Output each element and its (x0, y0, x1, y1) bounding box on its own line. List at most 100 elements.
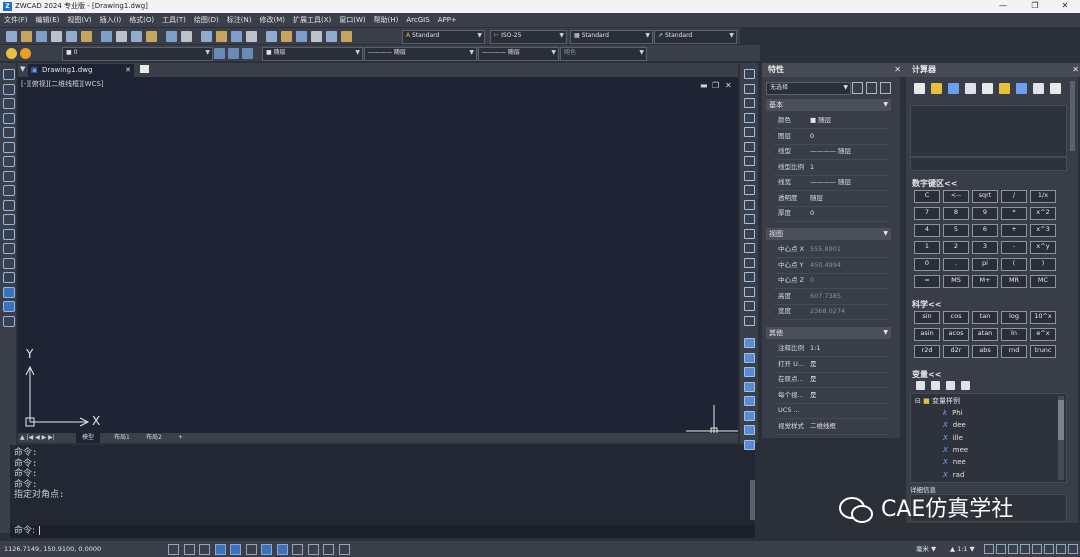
calc-key[interactable]: + (1001, 224, 1027, 237)
calc-key[interactable]: = (914, 275, 940, 288)
polar-toggle-icon[interactable] (214, 544, 226, 555)
redo-icon[interactable] (181, 31, 192, 42)
calc-key[interactable]: log (1001, 311, 1027, 324)
lineweight-toggle-icon[interactable] (292, 544, 303, 555)
layer-iso-icon[interactable] (744, 367, 755, 377)
properties-icon[interactable] (266, 31, 277, 42)
otrack-toggle-icon[interactable] (245, 544, 257, 555)
circle-icon[interactable] (3, 156, 15, 167)
lock-ui-icon[interactable] (1020, 544, 1030, 554)
menu-item-8[interactable]: 修改(M) (255, 13, 289, 27)
scale-icon[interactable] (744, 170, 755, 181)
calc-key[interactable]: x^y (1030, 241, 1056, 254)
calc-key[interactable]: x^3 (1030, 224, 1056, 237)
section-header-misc[interactable]: 其他 ▼ (766, 327, 891, 339)
calc-key[interactable]: . (943, 258, 969, 271)
close-icon[interactable]: ✕ (894, 63, 901, 77)
layer-unlock-icon[interactable] (744, 439, 755, 450)
calc-key[interactable]: e^x (1030, 328, 1056, 341)
calc-key[interactable]: 1 (914, 241, 940, 254)
calc-key[interactable]: 6 (972, 224, 998, 237)
quick-calc-icon[interactable] (1050, 83, 1061, 94)
tab-drawing1[interactable]: ▣ Drawing1.dwg ✕ (28, 64, 134, 77)
grid-toggle-icon[interactable] (168, 544, 179, 555)
fillet-icon[interactable] (744, 286, 755, 297)
line-icon[interactable] (3, 69, 15, 80)
menu-item-9[interactable]: 扩展工具(X) (289, 13, 335, 27)
layer-previous-icon[interactable] (228, 48, 239, 59)
menu-item-6[interactable]: 绘图(D) (190, 13, 223, 27)
calculator-scrollbar[interactable] (1070, 81, 1075, 151)
transparency-toggle-icon[interactable] (307, 544, 319, 555)
menu-item-10[interactable]: 窗口(W) (335, 13, 369, 27)
print-icon[interactable] (51, 31, 62, 42)
revision-cloud-icon[interactable] (3, 170, 15, 182)
arc-icon[interactable] (3, 141, 15, 153)
calc-key[interactable]: 0 (914, 258, 940, 271)
hatch-icon[interactable] (3, 272, 15, 283)
snap-toggle-icon[interactable] (183, 544, 195, 555)
layer-select[interactable]: ■ 0 ▼ (62, 47, 213, 61)
calc-key[interactable]: 8 (943, 207, 969, 220)
calc-key[interactable]: sqrt (972, 190, 998, 203)
dyn-toggle-icon[interactable] (276, 544, 288, 555)
clear-icon[interactable] (914, 83, 925, 94)
selection-cycling-toggle-icon[interactable] (323, 544, 334, 555)
point-icon[interactable] (3, 257, 15, 269)
open-icon[interactable] (21, 31, 32, 42)
calc-key[interactable]: 9 (972, 207, 998, 220)
tab-menu-icon[interactable]: ▼ (20, 65, 25, 73)
spline-icon[interactable] (3, 185, 15, 196)
selection-select[interactable]: 无选择 ▼ (766, 82, 851, 95)
menu-item-7[interactable]: 标注(N) (223, 13, 256, 27)
collapse-icon[interactable]: ⊟ (915, 397, 923, 405)
variable-item[interactable]: Xille (943, 432, 963, 444)
distance-icon[interactable] (982, 83, 993, 94)
variable-item[interactable]: Xrad (943, 469, 964, 481)
property-row[interactable]: 透明度 随层 (774, 191, 888, 207)
annotation-visibility-icon[interactable] (984, 544, 994, 554)
offset-icon[interactable] (744, 112, 755, 123)
property-row[interactable]: 中心点 Z 0 (774, 273, 888, 289)
calc-key[interactable]: sin (914, 311, 940, 324)
calc-key[interactable]: abs (972, 345, 998, 358)
array-icon[interactable] (744, 127, 755, 137)
close-button[interactable]: ✕ (1052, 0, 1078, 13)
get-coordinates-icon[interactable] (965, 83, 976, 94)
calc-key[interactable]: 3 (972, 241, 998, 254)
text-style-select[interactable]: A Standard ▼ (402, 30, 485, 44)
intersection-icon[interactable] (1016, 83, 1027, 94)
property-row[interactable]: 视觉样式 二维线框 (774, 419, 888, 435)
hardware-accel-icon[interactable] (1044, 544, 1054, 554)
auto-scale-icon[interactable] (996, 544, 1006, 554)
property-row[interactable]: 打开 U... 是 (774, 357, 888, 373)
ellipse-icon[interactable] (3, 199, 15, 211)
undo-icon[interactable] (166, 31, 177, 42)
property-row[interactable]: 中心点 X 555.8901 (774, 242, 888, 258)
sheet-set-icon[interactable] (311, 31, 322, 42)
calculator-input-field[interactable] (910, 157, 1067, 171)
calc-key[interactable]: x^2 (1030, 207, 1056, 220)
dim-style-select[interactable]: ⊢ ISO-25 ▼ (490, 30, 567, 44)
insert-block-icon[interactable] (3, 228, 15, 240)
zoom-previous-icon[interactable] (246, 31, 257, 42)
unit-select[interactable]: 毫米 ▼ (916, 541, 936, 557)
cut-icon[interactable] (101, 31, 112, 42)
customize-icon[interactable] (1068, 544, 1078, 554)
calc-key[interactable]: MC (1030, 275, 1056, 288)
property-row[interactable]: 在原点... 是 (774, 372, 888, 388)
menu-item-5[interactable]: 工具(T) (158, 13, 190, 27)
extend-icon[interactable] (744, 214, 755, 224)
variable-item[interactable]: Xnee (943, 456, 966, 468)
select-objects-icon[interactable] (866, 82, 877, 94)
mleader-style-select[interactable]: ↗ Standard ▼ (654, 30, 737, 44)
property-row[interactable]: 颜色 ■ 随层 (774, 113, 888, 129)
draworder-icon[interactable] (744, 315, 755, 326)
calc-key[interactable]: 2 (943, 241, 969, 254)
property-row[interactable]: 图层 0 (774, 129, 888, 145)
calc-key[interactable]: M+ (972, 275, 998, 288)
drawing-canvas[interactable]: [-][俯视][二维线框][WCS] ▬ ❐ ✕ Y X (18, 77, 738, 433)
plot-style-select[interactable]: 随色 ▼ (560, 47, 647, 61)
property-row[interactable]: 中心点 Y 450.4994 (774, 258, 888, 274)
ducs-toggle-icon[interactable] (261, 544, 272, 555)
